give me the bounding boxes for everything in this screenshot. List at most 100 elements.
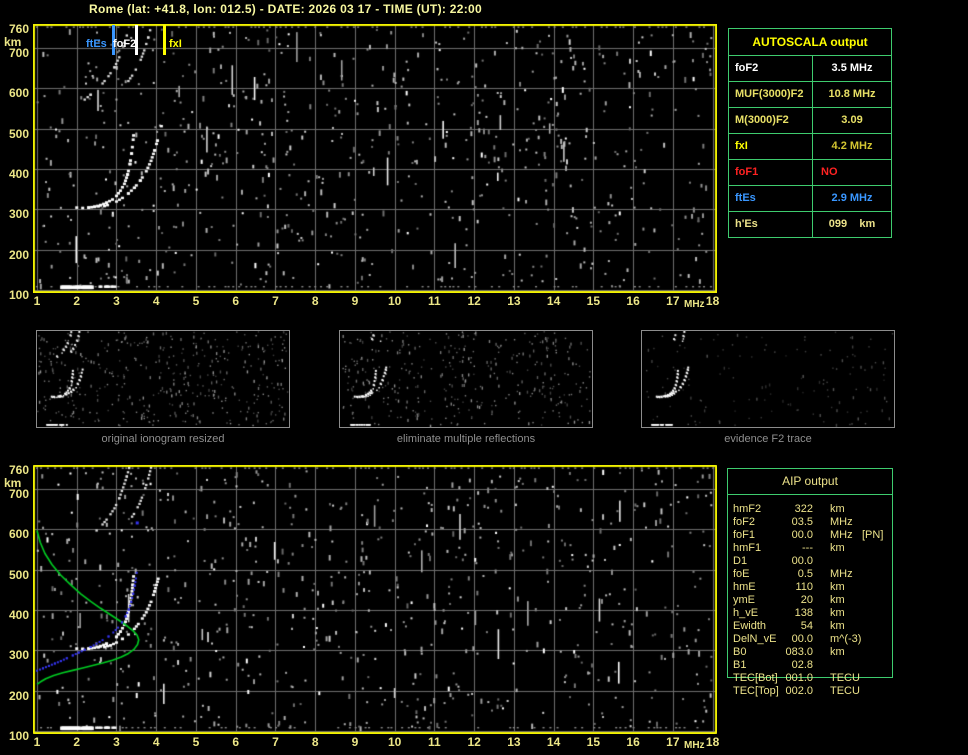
x-tick-label: 17 [666,294,680,308]
thumbnail-caption-original: original ionogram resized [101,433,225,445]
parameter-value: 3.5 MHz [831,62,873,74]
parameter-value: NO [821,166,838,178]
y-tick-label: 760 [8,21,29,36]
parameter-unit: MHz [830,529,853,541]
x-tick-label: 11 [428,735,441,749]
aip-row-hmf1: hmF1 --- km [727,542,893,555]
parameter-value: 00.0 [791,555,813,567]
aip-row-tectop: TEC[Top] 002.0 TECU [727,685,893,698]
x-tick-label: 11 [428,294,441,308]
parameter-name: MUF(3000)F2 [729,82,813,107]
aip-row-d1: D1 00.0 [727,555,893,568]
x-tick-label: 12 [467,735,481,749]
parameter-unit: km [830,503,845,515]
parameter-unit: MHz [830,568,853,580]
x-tick-label: 8 [311,735,319,749]
aip-row-tecbot: TEC[Bot] 001.0 TECU [727,672,893,685]
autoscala-row-fof2: foF2 3.5 MHz [729,56,891,82]
aip-table-header: AIP output [728,469,892,495]
parameter-value: 20 [800,594,813,606]
parameter-value: 3.09 [841,114,863,126]
parameter-name: h'Es [729,212,813,237]
thumbnail-f2-trace-canvas [642,331,894,427]
parameter-unit: km [830,620,845,632]
parameter-unit: MHz [830,516,853,528]
autoscala-table-rows: foF2 3.5 MHz MUF(3000)F2 10.8 MHz M(3000)F2 3… [729,56,891,237]
parameter-value: --- [802,542,813,554]
x-tick-label: 14 [546,294,561,308]
aip-row-b1: B1 02.8 [727,659,893,672]
parameter-value: 001.0 [785,672,813,684]
parameter-value: 02.8 [791,659,813,671]
autoscala-row-hes: h'Es 099 km [729,212,891,237]
y-axis-unit: km [4,35,22,49]
x-tick-label: 17 [666,735,680,749]
x-tick-label: 4 [152,735,160,749]
x-tick-label: 4 [152,294,160,308]
parameter-name: M(3000)F2 [729,108,813,133]
x-tick-label: 13 [507,735,521,749]
y-tick-label: 760 [8,462,29,477]
autoscala-row-fof1: foF1 NO [729,160,891,186]
parameter-name: B1 [733,659,747,671]
parameter-value: 002.0 [785,685,813,697]
parameter-value: 00.0 [791,633,813,645]
aip-row-hmf2: hmF2 322 km [727,503,893,516]
x-tick-label: 14 [546,735,561,749]
x-tick-label: 9 [351,294,359,308]
y-tick-label: 300 [8,648,29,663]
x-tick-label: 10 [387,294,402,308]
parameter-value: 00.0 [791,529,813,541]
parameter-value: 322 [794,503,813,515]
autoscala-row-fxi: fxI 4.2 MHz [729,134,891,160]
y-tick-label: 500 [8,126,29,141]
parameter-value: 110 [795,581,813,593]
x-tick-label: 5 [192,294,200,308]
aip-row-ewidth: Ewidth 54 km [727,620,893,633]
parameter-name: foF2 [733,516,756,528]
parameter-flag: [PN] [862,529,884,541]
x-tick-label: 2 [73,735,81,749]
marker-label-fof2: foF2 [113,38,137,50]
parameter-value: 10.8 MHz [828,88,876,100]
parameter-name: foF1 [729,160,813,185]
x-axis-unit: MHz [684,740,705,751]
parameter-name: foF2 [729,56,813,81]
station-title: Rome (lat: +41.8, lon: 012.5) - DATE: 20… [89,2,482,16]
autoscala-output-table: AUTOSCALA output foF2 3.5 MHz MUF(3000)F2 1… [728,28,892,238]
y-tick-label: 500 [8,567,29,582]
thumbnail-caption-f2-trace: evidence F2 trace [724,433,812,445]
x-tick-label: 13 [507,294,521,308]
parameter-name: hmE [733,581,756,593]
parameter-value: 2.9 MHz [831,192,873,204]
autoscala-app-window: Rome (lat: +41.8, lon: 012.5) - DATE: 20… [0,0,968,755]
parameter-value: 54 [800,620,813,632]
x-tick-label: 2 [73,294,81,308]
parameter-value: 03.5 [791,516,813,528]
thumbnail-no-multiples [339,330,593,428]
parameter-unit: km [830,646,845,658]
x-tick-label: 3 [113,735,120,749]
x-tick-label: 16 [626,294,640,308]
ionogram-plot-main [33,24,717,293]
aip-row-hme: hmE 110 km [727,581,893,594]
x-tick-label: 8 [311,294,319,308]
thumbnail-caption-no-multiples: eliminate multiple reflections [396,433,536,445]
parameter-value: 0.5 [797,568,813,580]
parameter-name: foF1 [733,529,756,541]
parameter-value: 099 km [828,218,876,230]
marker-line-fxi [163,25,166,55]
parameter-value: 4.2 MHz [831,140,873,152]
x-tick-label: 10 [387,735,402,749]
y-tick-label: 600 [8,86,29,101]
aip-row-delnve: DelN_vE 00.0 m^(-3) [727,633,893,646]
aip-table-rows: hmF2 322 km foF2 03.5 MHz foF1 00.0 MHz [PN] hmF1-… [727,503,893,698]
marker-label-fxi: fxI [169,38,182,50]
parameter-value: 138 [794,607,813,619]
parameter-unit: km [830,542,845,554]
marker-label-ftes: ftEs [86,38,107,50]
x-tick-label: 7 [272,294,279,308]
y-tick-label: 600 [8,527,29,542]
x-tick-label: 3 [113,294,120,308]
autoscala-row-muf3000f2: MUF(3000)F2 10.8 MHz [729,82,891,108]
